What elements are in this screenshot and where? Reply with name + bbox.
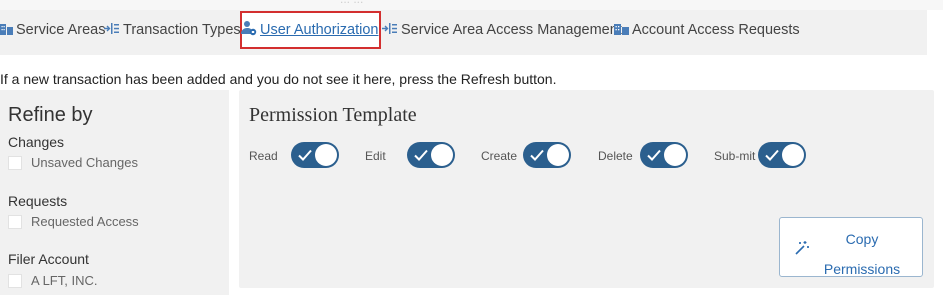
user-lock-icon <box>241 20 260 40</box>
permission-label: Edit <box>365 149 386 163</box>
top-strip-text: ... ... <box>340 0 363 6</box>
permission-template-panel: Permission Template Read Edit Create Del… <box>239 90 934 288</box>
list-arrow-icon <box>382 22 401 39</box>
checkbox[interactable] <box>8 273 22 288</box>
checkbox-label: A LFT, INC. <box>31 273 98 288</box>
permission-read: Read <box>249 142 339 172</box>
tab-label: Service Areas <box>16 22 106 38</box>
top-strip: ... ... <box>0 0 943 10</box>
panel-title: Permission Template <box>249 104 417 126</box>
tab-label: Service Area Access Management <box>401 22 622 38</box>
filter-requested-access[interactable]: Requested Access <box>8 214 139 229</box>
check-icon <box>647 149 661 161</box>
filter-filer-account[interactable]: A LFT, INC. <box>8 273 97 288</box>
permission-label: Create <box>481 149 518 163</box>
toggle-knob <box>547 144 569 166</box>
copy-permissions-button[interactable]: Copy Permissions <box>779 217 923 277</box>
tab-bar: Service Areas Transaction Types User Aut… <box>0 10 927 55</box>
copy-label-line1: Copy <box>845 231 879 247</box>
permission-edit: Edit <box>365 142 455 172</box>
permission-submit: Sub-mit <box>714 142 806 172</box>
filter-unsaved-changes[interactable]: Unsaved Changes <box>8 155 138 170</box>
tab-label: Transaction Types <box>123 22 241 38</box>
create-toggle[interactable] <box>523 142 571 168</box>
edit-toggle[interactable] <box>407 142 455 168</box>
check-icon <box>530 149 544 161</box>
delete-toggle[interactable] <box>640 142 688 168</box>
permission-delete: Delete <box>598 142 688 172</box>
permission-label: Read <box>249 149 278 163</box>
submit-toggle[interactable] <box>758 142 806 168</box>
tab-label: User Authorization <box>260 22 379 38</box>
check-icon <box>298 149 312 161</box>
copy-label-line2: Permissions <box>823 261 901 277</box>
filter-group-label: Requests <box>8 193 68 209</box>
toggle-knob <box>315 144 337 166</box>
building-icon <box>0 22 16 39</box>
permission-label: Sub-mit <box>714 149 756 163</box>
check-icon <box>765 149 779 161</box>
checkbox[interactable] <box>8 214 22 229</box>
toggle-knob <box>782 144 804 166</box>
tab-user-authorization[interactable]: User Authorization <box>241 19 378 41</box>
copy-permissions-label: Copy Permissions <box>810 224 914 284</box>
checkbox-label: Requested Access <box>31 214 139 229</box>
filter-group-label: Changes <box>8 134 65 150</box>
toggle-knob <box>431 144 453 166</box>
check-icon <box>414 149 428 161</box>
tab-service-area-access-management[interactable]: Service Area Access Management <box>382 19 622 41</box>
refine-title: Refine by <box>8 104 93 126</box>
filter-group-label: Filer Account <box>8 251 89 267</box>
list-arrow-icon <box>104 22 123 39</box>
magic-wand-icon <box>794 240 810 261</box>
refine-sidebar: Refine by Changes Unsaved Changes Reques… <box>0 90 229 295</box>
toggle-knob <box>664 144 686 166</box>
read-toggle[interactable] <box>291 142 339 168</box>
checkbox-label: Unsaved Changes <box>31 155 138 170</box>
building-icon <box>614 22 632 39</box>
permission-create: Create <box>481 142 571 172</box>
tab-service-areas[interactable]: Service Areas <box>0 19 105 41</box>
tab-label: Account Access Requests <box>632 22 800 38</box>
permission-label: Delete <box>598 149 633 163</box>
checkbox[interactable] <box>8 155 22 170</box>
tab-account-access-requests[interactable]: Account Access Requests <box>614 19 800 41</box>
tab-transaction-types[interactable]: Transaction Types <box>104 19 241 41</box>
refresh-notice: If a new transaction has been added and … <box>0 71 557 87</box>
